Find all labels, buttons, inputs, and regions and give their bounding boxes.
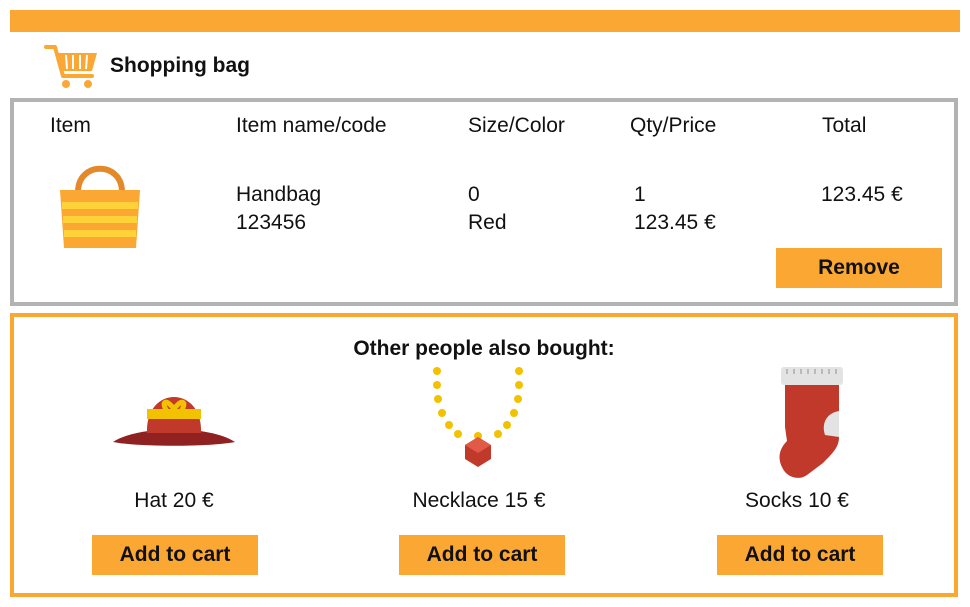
column-header-item: Item	[50, 114, 91, 137]
column-header-qty-price: Qty/Price	[630, 114, 717, 137]
product-label: Necklace 15 €	[412, 489, 546, 512]
hat-icon[interactable]	[109, 367, 239, 447]
add-to-cart-socks-button[interactable]: Add to cart	[717, 535, 883, 575]
recommendations-title: Other people also bought:	[353, 337, 615, 360]
item-total: 123.45 €	[821, 183, 903, 206]
item-price: 123.45 €	[634, 211, 716, 234]
product-card: Necklace 15 € Add to cart	[349, 367, 609, 575]
column-header-name-code: Item name/code	[236, 114, 387, 137]
column-header-size-color: Size/Color	[468, 114, 565, 137]
handbag-icon	[60, 165, 140, 248]
remove-button[interactable]: Remove	[776, 248, 942, 288]
necklace-icon[interactable]	[429, 367, 529, 467]
item-size: 0	[468, 183, 480, 206]
cart-table: Item Item name/code Size/Color Qty/Price…	[10, 98, 958, 306]
product-label: Socks 10 €	[745, 489, 849, 512]
sock-icon[interactable]	[747, 367, 847, 479]
add-to-cart-necklace-button[interactable]: Add to cart	[399, 535, 565, 575]
product-label: Hat 20 €	[134, 489, 214, 512]
page-title: Shopping bag	[110, 54, 250, 77]
shopping-cart-icon	[44, 45, 97, 88]
recommendations-panel: Other people also bought: Hat 20 € Add t…	[10, 313, 958, 597]
add-to-cart-hat-button[interactable]: Add to cart	[92, 535, 258, 575]
item-color: Red	[468, 211, 507, 234]
shopping-bag-header: Shopping bag	[44, 42, 250, 90]
product-card: Hat 20 € Add to cart	[44, 367, 304, 575]
item-code: 123456	[236, 211, 307, 234]
item-qty: 1	[634, 183, 646, 206]
product-card: Socks 10 € Add to cart	[667, 367, 927, 575]
top-accent-bar	[10, 10, 960, 32]
column-header-total: Total	[822, 114, 867, 137]
item-name: Handbag	[236, 183, 322, 206]
